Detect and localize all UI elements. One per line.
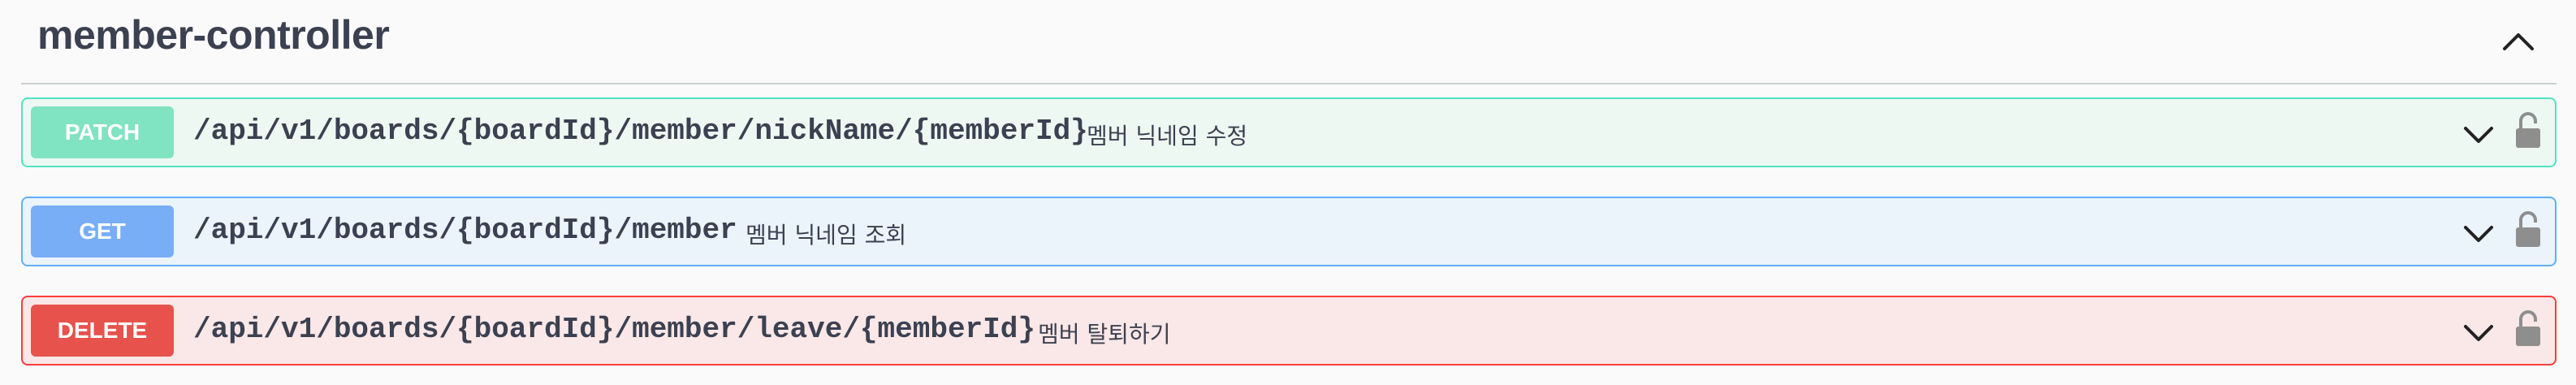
member-controller-section: member-controller PATCH /api/v1/boards/{… (0, 0, 2576, 385)
operation-summary: 멤버 닉네임 조회 (746, 222, 907, 249)
method-badge-get[interactable]: GET (31, 205, 174, 257)
operation-summary: 멤버 닉네임 수정 (1087, 123, 1248, 149)
method-badge-patch[interactable]: PATCH (31, 106, 174, 158)
operation-patch-nickname[interactable]: PATCH /api/v1/boards/{boardId}/member/ni… (21, 97, 2557, 167)
section-title: member-controller (37, 12, 390, 58)
lock-icon[interactable] (2513, 309, 2544, 348)
operation-get-nickname[interactable]: GET /api/v1/boards/{boardId}/member 멤버 닉… (21, 197, 2557, 266)
operation-path[interactable]: /api/v1/boards/{boardId}/member/leave/{m… (193, 313, 1035, 346)
chevron-up-icon[interactable] (2500, 23, 2537, 60)
chevron-down-icon[interactable] (2461, 218, 2496, 250)
section-header[interactable]: member-controller (21, 0, 2557, 84)
operation-summary: 멤버 탈퇴하기 (1038, 321, 1171, 348)
operation-path[interactable]: /api/v1/boards/{boardId}/member (193, 214, 737, 247)
operation-delete-leave[interactable]: DELETE /api/v1/boards/{boardId}/member/l… (21, 296, 2557, 366)
chevron-down-icon[interactable] (2461, 317, 2496, 349)
lock-icon[interactable] (2513, 110, 2544, 149)
method-badge-delete[interactable]: DELETE (31, 305, 174, 357)
lock-icon[interactable] (2513, 210, 2544, 249)
chevron-down-icon[interactable] (2461, 119, 2496, 151)
operation-path[interactable]: /api/v1/boards/{boardId}/member/nickName… (193, 115, 1088, 148)
